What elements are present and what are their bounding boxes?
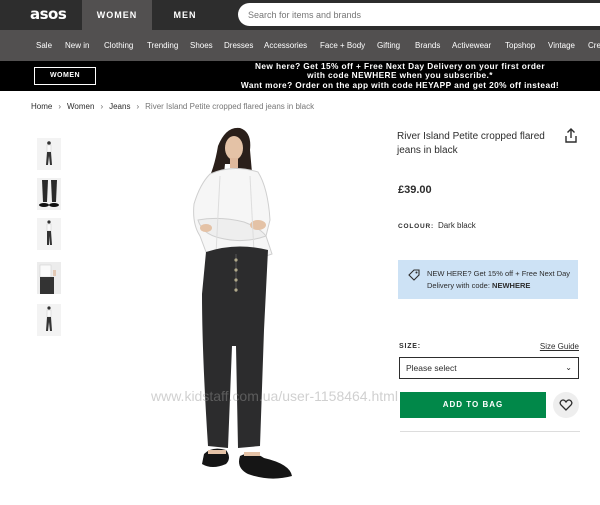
size-select[interactable]: Please select ⌄ bbox=[399, 357, 579, 379]
nav-item-clothing[interactable]: Clothing bbox=[104, 30, 133, 61]
nav-item-new-in[interactable]: New in bbox=[65, 30, 89, 61]
colour-value: Dark black bbox=[437, 221, 476, 230]
thumbnail-image bbox=[37, 138, 61, 170]
thumbnail-4[interactable] bbox=[37, 262, 61, 294]
nav-item-shoes[interactable]: Shoes bbox=[190, 30, 213, 61]
breadcrumb-separator: › bbox=[136, 102, 140, 111]
heart-icon bbox=[559, 399, 573, 411]
breadcrumb-home[interactable]: Home bbox=[31, 102, 52, 111]
nav-item-trending[interactable]: Trending bbox=[147, 30, 178, 61]
share-icon[interactable] bbox=[564, 128, 578, 144]
tag-icon bbox=[408, 268, 420, 281]
product-image bbox=[140, 124, 362, 500]
search-input[interactable] bbox=[238, 3, 600, 26]
watermark: www.kidstaff.com.ua/user-1158464.html bbox=[151, 388, 398, 404]
thumbnail-image bbox=[37, 304, 61, 336]
nav-item-face-body[interactable]: Face + Body bbox=[320, 30, 365, 61]
nav-item-topshop[interactable]: Topshop bbox=[505, 30, 535, 61]
women-button[interactable]: WOMEN bbox=[34, 67, 96, 85]
thumbnail-image bbox=[37, 262, 61, 294]
search-bar[interactable] bbox=[238, 3, 600, 26]
nav-item-accessories[interactable]: Accessories bbox=[264, 30, 307, 61]
colour-label: COLOUR: bbox=[398, 223, 434, 230]
nav-item-brands[interactable]: Brands bbox=[415, 30, 440, 61]
top-header: asos WOMEN MEN bbox=[0, 0, 600, 30]
breadcrumb: Home › Women › Jeans › River Island Petite cro… bbox=[31, 102, 314, 111]
promo-banner: WOMEN New here? Get 15% off + Free Next … bbox=[0, 61, 600, 91]
size-label: SIZE: bbox=[399, 343, 421, 350]
product-price: £39.00 bbox=[398, 184, 432, 196]
offer-text: NEW HERE? Get 15% off + Free Next Day De… bbox=[427, 268, 573, 292]
tab-women[interactable]: WOMEN bbox=[82, 0, 152, 30]
model-illustration bbox=[140, 124, 362, 500]
nav-item-activewear[interactable]: Activewear bbox=[452, 30, 491, 61]
save-heart-button[interactable] bbox=[553, 392, 579, 418]
chevron-down-icon: ⌄ bbox=[565, 363, 572, 372]
thumbnail-1[interactable] bbox=[37, 138, 61, 170]
breadcrumb-separator: › bbox=[58, 102, 62, 111]
promo-line: Want more? Order on the app with code HE… bbox=[240, 79, 560, 90]
promo-text[interactable]: New here? Get 15% off + Free Next Day De… bbox=[200, 61, 600, 90]
offer-code: NEWHERE bbox=[492, 281, 531, 290]
nav-item-vintage[interactable]: Vintage bbox=[548, 30, 575, 61]
thumbnail-image bbox=[37, 218, 61, 250]
breadcrumb-women[interactable]: Women bbox=[67, 102, 94, 111]
size-select-value: Please select bbox=[406, 363, 457, 373]
breadcrumb-jeans[interactable]: Jeans bbox=[109, 102, 130, 111]
tab-men[interactable]: MEN bbox=[152, 0, 218, 30]
add-to-bag-button[interactable]: ADD TO BAG bbox=[400, 392, 546, 418]
category-nav: Sale New in Clothing Trending Shoes Dres… bbox=[0, 30, 600, 61]
nav-item-cre[interactable]: Cre bbox=[588, 30, 600, 61]
divider bbox=[400, 431, 580, 432]
nav-item-dresses[interactable]: Dresses bbox=[224, 30, 253, 61]
size-guide-link[interactable]: Size Guide bbox=[540, 342, 579, 351]
thumbnail-2[interactable] bbox=[37, 178, 61, 210]
thumbnail-5[interactable] bbox=[37, 304, 61, 336]
new-customer-offer: NEW HERE? Get 15% off + Free Next Day De… bbox=[398, 260, 578, 299]
nav-item-gifting[interactable]: Gifting bbox=[377, 30, 400, 61]
breadcrumb-separator: › bbox=[100, 102, 104, 111]
thumbnail-3[interactable] bbox=[37, 218, 61, 250]
asos-logo[interactable]: asos bbox=[30, 5, 67, 23]
product-title: River Island Petite cropped flared jeans… bbox=[397, 131, 545, 156]
thumbnail-image bbox=[37, 178, 61, 210]
colour-info: COLOUR: Dark black bbox=[398, 221, 476, 230]
breadcrumb-current: River Island Petite cropped flared jeans… bbox=[145, 102, 315, 111]
nav-item-sale[interactable]: Sale bbox=[36, 30, 52, 61]
